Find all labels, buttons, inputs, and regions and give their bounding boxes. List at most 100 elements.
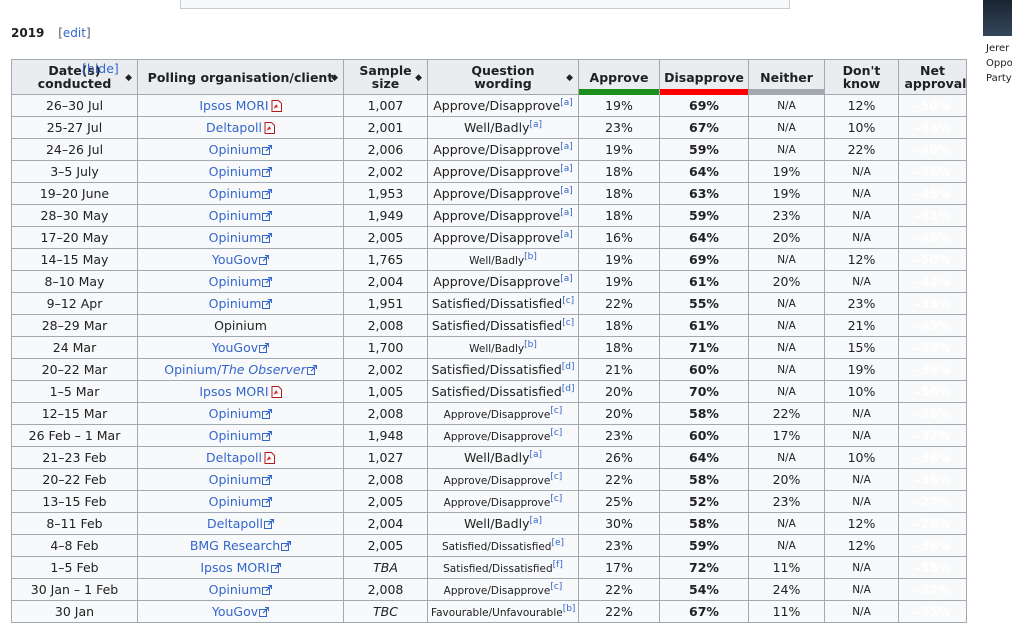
footnote-link[interactable]: [a] xyxy=(529,450,542,460)
footnote-link[interactable]: [a] xyxy=(560,142,573,152)
side-caption-line: Party xyxy=(986,73,1012,84)
footnote-link[interactable]: [c] xyxy=(562,318,574,328)
cell-approve: 19% xyxy=(578,248,660,271)
cell-org[interactable]: YouGov xyxy=(137,336,344,359)
cell-org[interactable]: Opinium xyxy=(137,468,344,491)
cell-question: Approve/Disapprove[c] xyxy=(427,578,579,601)
cell-neither: 20% xyxy=(748,270,825,293)
footnote-link[interactable]: [a] xyxy=(529,516,542,526)
cell-question: Satisfied/Dissatisfied[d] xyxy=(427,358,579,381)
cell-disapprove: 58% xyxy=(659,512,749,535)
footnote-link[interactable]: [e] xyxy=(551,538,564,548)
footnote-link[interactable]: [a] xyxy=(560,164,573,174)
cell-date: 8–11 Feb xyxy=(11,512,138,535)
cell-disapprove: 59% xyxy=(659,534,749,557)
cell-net: –39% xyxy=(898,358,967,381)
sort-icon[interactable]: ◆ xyxy=(566,72,573,85)
sort-icon[interactable]: ◆ xyxy=(415,72,422,85)
footnote-link[interactable]: [b] xyxy=(563,604,576,614)
cell-org[interactable]: Opinium xyxy=(137,270,344,293)
cell-disapprove: 61% xyxy=(659,314,749,337)
cell-org[interactable]: Opinium xyxy=(137,490,344,513)
org-link: Opinium xyxy=(208,164,262,179)
org-link: Opinium xyxy=(208,494,262,509)
question-text: Approve/Disapprove xyxy=(443,409,551,421)
cell-org[interactable]: Opinium xyxy=(137,402,344,425)
cell-org[interactable]: Opinium xyxy=(137,204,344,227)
footnote-link[interactable]: [c] xyxy=(550,494,562,504)
cell-dontknow: 12% xyxy=(824,248,899,271)
question-text: Satisfied/Dissatisfied xyxy=(431,296,563,311)
table-row: 8–11 Feb Deltapoll 2,004 Well/Badly[a] 30% 58… xyxy=(11,512,967,535)
side-portrait-image[interactable] xyxy=(983,0,1012,36)
table-row: 20–22 Mar Opinium/The Observer 2,002 Satisf… xyxy=(11,358,967,381)
cell-dontknow: 19% xyxy=(824,358,899,381)
cell-org[interactable]: Opinium xyxy=(137,578,344,601)
cell-org[interactable]: Deltapoll xyxy=(137,512,344,535)
sort-icon[interactable]: ◆ xyxy=(125,72,132,85)
cell-org[interactable]: Ipsos MORI xyxy=(137,380,344,403)
cell-org[interactable]: Ipsos MORI xyxy=(137,556,344,579)
external-link-icon xyxy=(262,299,273,309)
col-org[interactable]: Polling organisation/client ◆ xyxy=(137,59,344,95)
cell-org[interactable]: Opinium xyxy=(137,182,344,205)
org-link: Opinium xyxy=(208,142,262,157)
cell-question: Well/Badly[b] xyxy=(427,248,579,271)
cell-org[interactable]: Ipsos MORI xyxy=(137,94,344,117)
org-link: Opinium xyxy=(208,296,262,311)
footnote-link[interactable]: [d] xyxy=(562,384,575,394)
table-header-row: Date(s) conducted [hide] ◆ Polling organ… xyxy=(11,59,967,95)
edit-link-wrapper: [edit] xyxy=(58,26,91,40)
cell-approve: 23% xyxy=(578,424,660,447)
footnote-link[interactable]: [c] xyxy=(562,296,574,306)
col-sample[interactable]: Sample size ◆ xyxy=(343,59,428,95)
col-approve: Approve xyxy=(578,59,660,95)
footnote-link[interactable]: [c] xyxy=(550,582,562,592)
cell-neither: 19% xyxy=(748,182,825,205)
org-link: Deltapoll xyxy=(206,450,262,465)
cell-sample: 2,006 xyxy=(343,138,428,161)
org-link: Ipsos MORI xyxy=(199,384,269,399)
side-caption-line: Oppo xyxy=(986,58,1012,69)
footnote-link[interactable]: [d] xyxy=(562,362,575,372)
cell-disapprove: 55% xyxy=(659,292,749,315)
footnote-link[interactable]: [a] xyxy=(529,120,542,130)
footnote-link[interactable]: [b] xyxy=(524,340,537,350)
cell-org[interactable]: Deltapoll xyxy=(137,446,344,469)
cell-neither: 20% xyxy=(748,468,825,491)
cell-org[interactable]: Opinium xyxy=(137,138,344,161)
year-heading: 2019 xyxy=(11,26,45,40)
cell-org[interactable]: Opinium xyxy=(137,424,344,447)
cell-org[interactable]: YouGov xyxy=(137,600,344,623)
question-text: Well/Badly xyxy=(463,120,530,135)
cell-net: –48% xyxy=(898,226,967,249)
edit-link[interactable]: edit xyxy=(63,26,86,40)
cell-org[interactable]: YouGov xyxy=(137,248,344,271)
table-row: 9–12 Apr Opinium 1,951 Satisfied/Dissatisfi… xyxy=(11,292,967,315)
table-row: 3–5 July Opinium 2,002 Approve/Disapprove[a… xyxy=(11,160,967,183)
footnote-link[interactable]: [c] xyxy=(550,406,562,416)
cell-org[interactable]: Deltapoll xyxy=(137,116,344,139)
cell-disapprove: 60% xyxy=(659,424,749,447)
col-date[interactable]: Date(s) conducted [hide] ◆ xyxy=(11,59,138,95)
cell-question: Satisfied/Dissatisfied[e] xyxy=(427,534,579,557)
col-question[interactable]: Question wording ◆ xyxy=(427,59,579,95)
cell-org[interactable]: BMG Research xyxy=(137,534,344,557)
footnote-link[interactable]: [a] xyxy=(560,274,573,284)
footnote-link[interactable]: [a] xyxy=(560,98,573,108)
footnote-link[interactable]: [a] xyxy=(560,186,573,196)
cell-org[interactable]: Opinium/The Observer xyxy=(137,358,344,381)
cell-dontknow: 10% xyxy=(824,446,899,469)
cell-org[interactable]: Opinium xyxy=(137,292,344,315)
sort-icon[interactable]: ◆ xyxy=(331,72,338,85)
footnote-link[interactable]: [a] xyxy=(560,208,573,218)
footnote-link[interactable]: [c] xyxy=(550,428,562,438)
cell-org[interactable]: Opinium xyxy=(137,226,344,249)
hide-toggle[interactable]: [hide] xyxy=(82,62,119,75)
footnote-link[interactable]: [c] xyxy=(550,472,562,482)
cell-org[interactable]: Opinium xyxy=(137,160,344,183)
footnote-link[interactable]: [f] xyxy=(553,560,563,570)
footnote-link[interactable]: [b] xyxy=(524,252,537,262)
footnote-link[interactable]: [a] xyxy=(560,230,573,240)
cell-disapprove: 52% xyxy=(659,490,749,513)
